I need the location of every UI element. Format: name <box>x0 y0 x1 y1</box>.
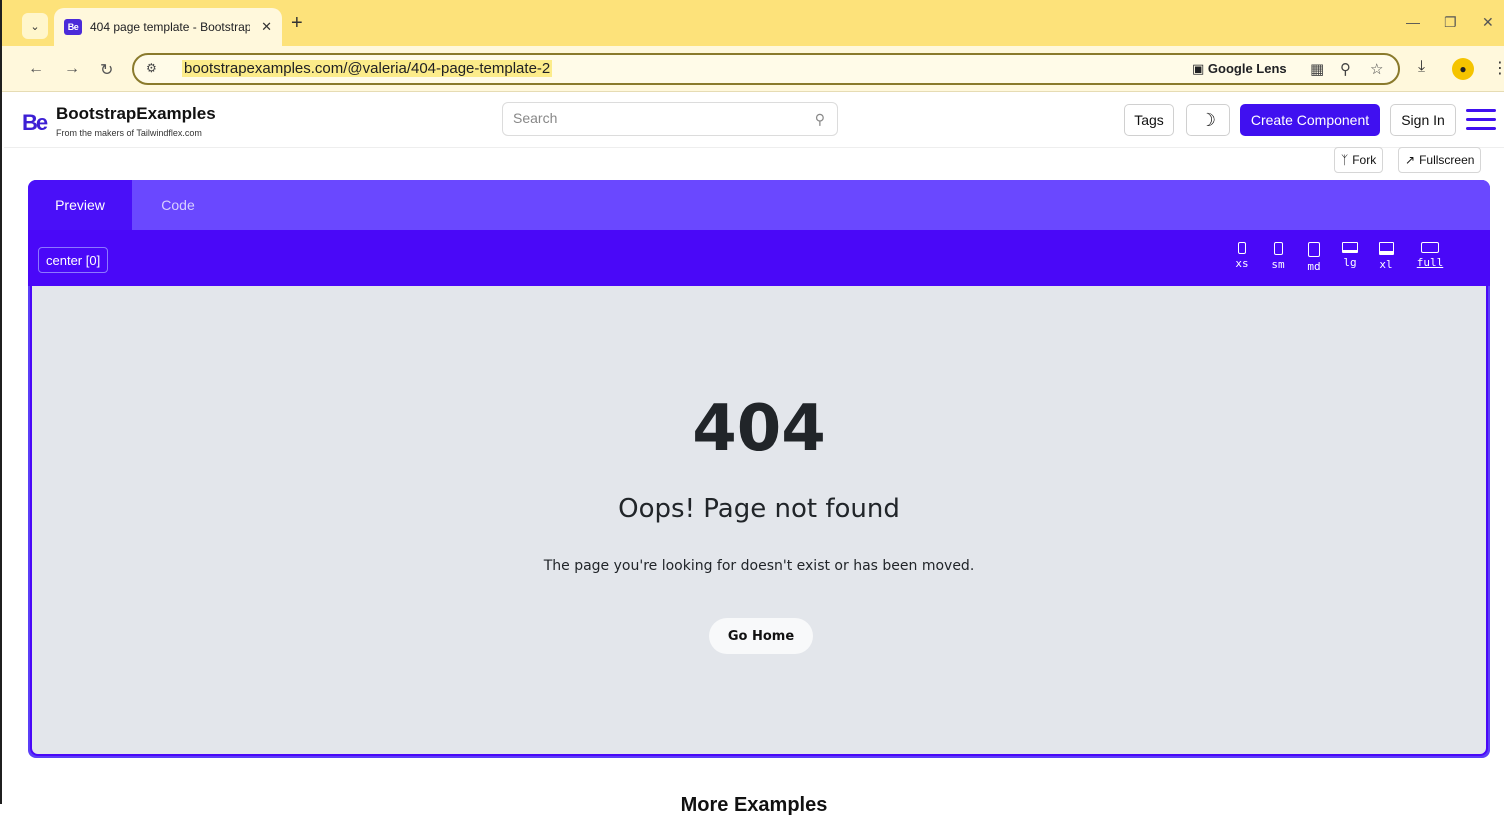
preview-control-bar: center [0] xs sm md lg xl full <box>28 230 1490 286</box>
tablet-icon <box>1308 242 1320 257</box>
profile-avatar-icon[interactable]: ● <box>1452 58 1474 80</box>
breakpoint-sm[interactable]: sm <box>1260 242 1296 282</box>
fork-button[interactable]: ᛉ Fork <box>1334 147 1384 173</box>
go-home-button[interactable]: Go Home <box>709 618 813 654</box>
download-icon[interactable]: ⤓ <box>1418 58 1425 76</box>
google-lens-button[interactable]: ▣ Google Lens <box>1192 61 1287 77</box>
tab-strip: ⌄ Be 404 page template - Bootstrap ✕ + —… <box>2 0 1504 46</box>
sign-in-button[interactable]: Sign In <box>1390 104 1456 136</box>
phone-icon <box>1238 242 1246 254</box>
url-text[interactable]: bootstrapexamples.com/@valeria/404-page-… <box>182 60 553 77</box>
create-component-button[interactable]: Create Component <box>1240 104 1380 136</box>
site-info-icon[interactable]: ⚙ <box>146 61 157 75</box>
tab-preview[interactable]: Preview <box>28 180 132 230</box>
search-icon[interactable]: ⚲ <box>815 111 825 128</box>
alignment-chip[interactable]: center [0] <box>38 247 109 273</box>
minimize-icon[interactable]: — <box>1406 14 1420 30</box>
breakpoint-full[interactable]: full <box>1408 242 1452 282</box>
forward-icon[interactable]: → <box>64 60 80 78</box>
tab-code[interactable]: Code <box>132 180 224 230</box>
restore-icon[interactable]: ❐ <box>1444 14 1457 31</box>
preview-stage: 404 Oops! Page not found The page you're… <box>30 286 1488 756</box>
site-header: Be BootstrapExamples From the makers of … <box>4 93 1504 148</box>
browser-window: ⌄ Be 404 page template - Bootstrap ✕ + —… <box>0 0 1504 816</box>
preview-tabs: Preview Code <box>28 180 1490 230</box>
breakpoint-xl[interactable]: xl <box>1368 242 1404 282</box>
error-title: Oops! Page not found <box>618 494 900 524</box>
fork-icon: ᛉ <box>1341 153 1349 167</box>
fullscreen-button[interactable]: ↗ Fullscreen <box>1398 147 1482 173</box>
favicon-icon: Be <box>64 19 82 35</box>
site-subtitle: From the makers of Tailwindflex.com <box>56 128 202 138</box>
close-tab-icon[interactable]: ✕ <box>261 19 272 35</box>
browser-tab[interactable]: Be 404 page template - Bootstrap ✕ <box>54 8 282 46</box>
tab-search-icon[interactable]: ⌄ <box>22 13 48 39</box>
browser-toolbar: ← → ↻ ⚙ bootstrapexamples.com/@valeria/4… <box>2 46 1504 92</box>
error-message: The page you're looking for doesn't exis… <box>543 558 975 574</box>
zoom-icon[interactable]: ⚲ <box>1340 60 1351 78</box>
search-box[interactable]: ⚲ <box>502 102 838 136</box>
new-tab-button[interactable]: + <box>291 13 303 33</box>
tags-button[interactable]: Tags <box>1124 104 1174 136</box>
google-lens-label: Google Lens <box>1207 61 1287 76</box>
breakpoint-md[interactable]: md <box>1296 242 1332 282</box>
monitor-icon <box>1421 242 1439 253</box>
external-link-icon: ↗ <box>1405 153 1416 167</box>
site-title[interactable]: BootstrapExamples <box>56 104 216 124</box>
translate-icon[interactable]: ▦ <box>1310 60 1324 78</box>
menu-dots-icon[interactable]: ⋮ <box>1492 58 1504 78</box>
desktop-icon <box>1378 242 1394 255</box>
preview-panel: Preview Code center [0] xs sm md lg xl f… <box>28 180 1490 758</box>
reload-icon[interactable]: ↻ <box>100 60 113 80</box>
close-window-icon[interactable]: ✕ <box>1482 14 1494 31</box>
fullscreen-label: Fullscreen <box>1419 153 1475 167</box>
phone-icon <box>1273 242 1283 255</box>
fork-label: Fork <box>1352 153 1377 167</box>
tab-title: 404 page template - Bootstrap <box>90 20 250 34</box>
hamburger-menu-icon[interactable] <box>1466 109 1496 131</box>
more-examples-heading: More Examples <box>680 794 828 816</box>
breakpoint-lg[interactable]: lg <box>1332 242 1368 282</box>
bookmark-star-icon[interactable]: ☆ <box>1370 60 1383 78</box>
breakpoint-xs[interactable]: xs <box>1224 242 1260 282</box>
address-bar[interactable]: ⚙ bootstrapexamples.com/@valeria/404-pag… <box>132 53 1400 85</box>
logo-icon[interactable]: Be <box>22 110 48 136</box>
dark-mode-toggle-icon[interactable]: ☽ <box>1186 104 1230 136</box>
laptop-icon <box>1342 242 1358 253</box>
error-code: 404 <box>692 392 826 466</box>
back-icon[interactable]: ← <box>28 60 44 78</box>
search-input[interactable] <box>513 110 793 126</box>
